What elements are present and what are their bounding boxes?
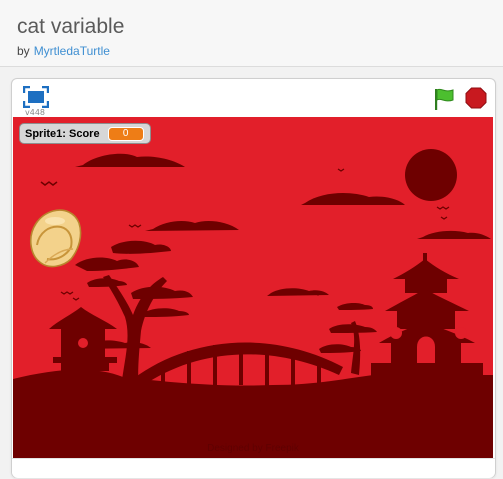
player-controls: v448: [12, 79, 495, 117]
stop-sign-icon: [465, 87, 487, 109]
fortune-cookie-sprite[interactable]: [23, 205, 85, 273]
player-version: v448: [25, 108, 45, 117]
backdrop-watermark: Designed by Freepik: [13, 443, 493, 454]
green-flag-icon: [432, 87, 456, 111]
monitor-value: 0: [108, 127, 144, 141]
monitor-label: Sprite1: Score: [25, 128, 100, 140]
project-header: cat variable by MyrtledaTurtle: [0, 0, 503, 67]
variable-monitor: Sprite1: Score 0: [19, 123, 151, 144]
project-title: cat variable: [17, 15, 124, 39]
project-player: v448: [11, 78, 496, 478]
fullscreen-icon: [23, 86, 49, 108]
fullscreen-button[interactable]: [23, 86, 49, 108]
by-label: by: [17, 44, 30, 58]
green-flag-button[interactable]: [432, 87, 456, 111]
stage[interactable]: Sprite1: Score 0 Designed by Freepik: [13, 117, 493, 458]
stage-backdrop: [13, 117, 493, 458]
byline: by MyrtledaTurtle: [17, 44, 110, 58]
player-footer: [12, 458, 495, 478]
author-link[interactable]: MyrtledaTurtle: [34, 44, 110, 58]
stop-button[interactable]: [465, 87, 487, 109]
